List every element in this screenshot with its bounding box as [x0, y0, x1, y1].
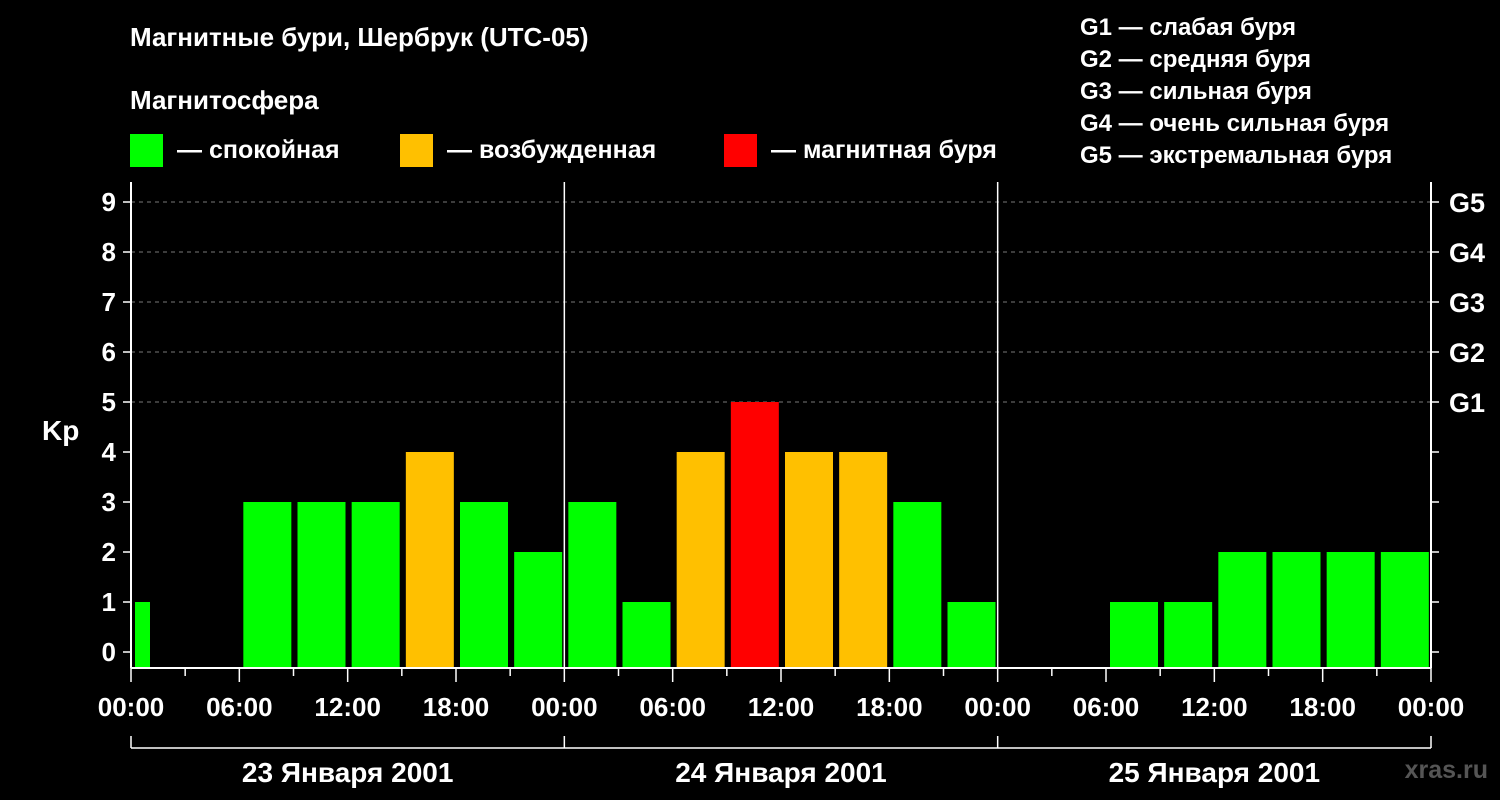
y-axis-label: Kp — [42, 415, 79, 446]
kp-bar — [676, 452, 725, 668]
day-label: 24 Января 2001 — [675, 757, 887, 788]
watermark: xras.ru — [1404, 756, 1488, 784]
kp-bar — [1380, 552, 1429, 668]
x-tick-label: 12:00 — [314, 692, 381, 722]
x-tick-label: 18:00 — [1289, 692, 1356, 722]
kp-bar — [135, 602, 150, 668]
day-label: 23 Января 2001 — [242, 757, 454, 788]
kp-bar — [514, 552, 563, 668]
y-tick-label: 7 — [102, 287, 116, 317]
y-tick-label: 5 — [102, 387, 116, 417]
kp-bar — [1164, 602, 1213, 668]
kp-bar — [568, 502, 617, 668]
y-tick-label: 3 — [102, 487, 116, 517]
x-tick-label: 06:00 — [1073, 692, 1140, 722]
x-tick-label: 12:00 — [748, 692, 815, 722]
kp-bar — [839, 452, 888, 668]
kp-bar — [243, 502, 292, 668]
x-tick-label: 00:00 — [964, 692, 1031, 722]
x-tick-label: 18:00 — [423, 692, 490, 722]
kp-bar — [297, 502, 346, 668]
x-tick-label: 06:00 — [206, 692, 273, 722]
x-tick-label: 18:00 — [856, 692, 923, 722]
y-tick-label: 0 — [102, 637, 116, 667]
x-tick-label: 12:00 — [1181, 692, 1248, 722]
y-tick-label: 1 — [102, 587, 116, 617]
x-tick-label: 00:00 — [98, 692, 165, 722]
kp-bar — [1326, 552, 1375, 668]
y-tick-label: 8 — [102, 237, 116, 267]
y-tick-label: 6 — [102, 337, 116, 367]
y-tick-label: 9 — [102, 187, 116, 217]
y-tick-label: 4 — [102, 437, 117, 467]
kp-chart: 0 1 2 3 4 5 6 7 8 9 Kp G1 G2 G3 G4 G5 00:00 06:00 12:00 18:… — [42, 182, 1485, 788]
day-label: 25 Января 2001 — [1109, 757, 1321, 788]
kp-bar — [1110, 602, 1158, 668]
kp-bar — [351, 502, 400, 668]
g-level-label: G5 — [1449, 188, 1485, 218]
kp-bar — [947, 602, 996, 668]
kp-bar — [460, 502, 508, 668]
kp-bar — [785, 452, 833, 668]
g-level-label: G3 — [1449, 288, 1485, 318]
kp-bar — [1272, 552, 1321, 668]
g-level-label: G2 — [1449, 338, 1485, 368]
kp-bar — [405, 452, 454, 668]
kp-bar — [730, 402, 779, 668]
kp-bar — [893, 502, 942, 668]
x-tick-label: 00:00 — [531, 692, 598, 722]
g-level-label: G1 — [1449, 388, 1485, 418]
kp-bar — [1218, 552, 1267, 668]
kp-bar — [622, 602, 671, 668]
x-tick-label: 06:00 — [639, 692, 706, 722]
x-tick-label: 00:00 — [1398, 692, 1465, 722]
y-tick-label: 2 — [102, 537, 116, 567]
g-level-label: G4 — [1449, 238, 1485, 268]
